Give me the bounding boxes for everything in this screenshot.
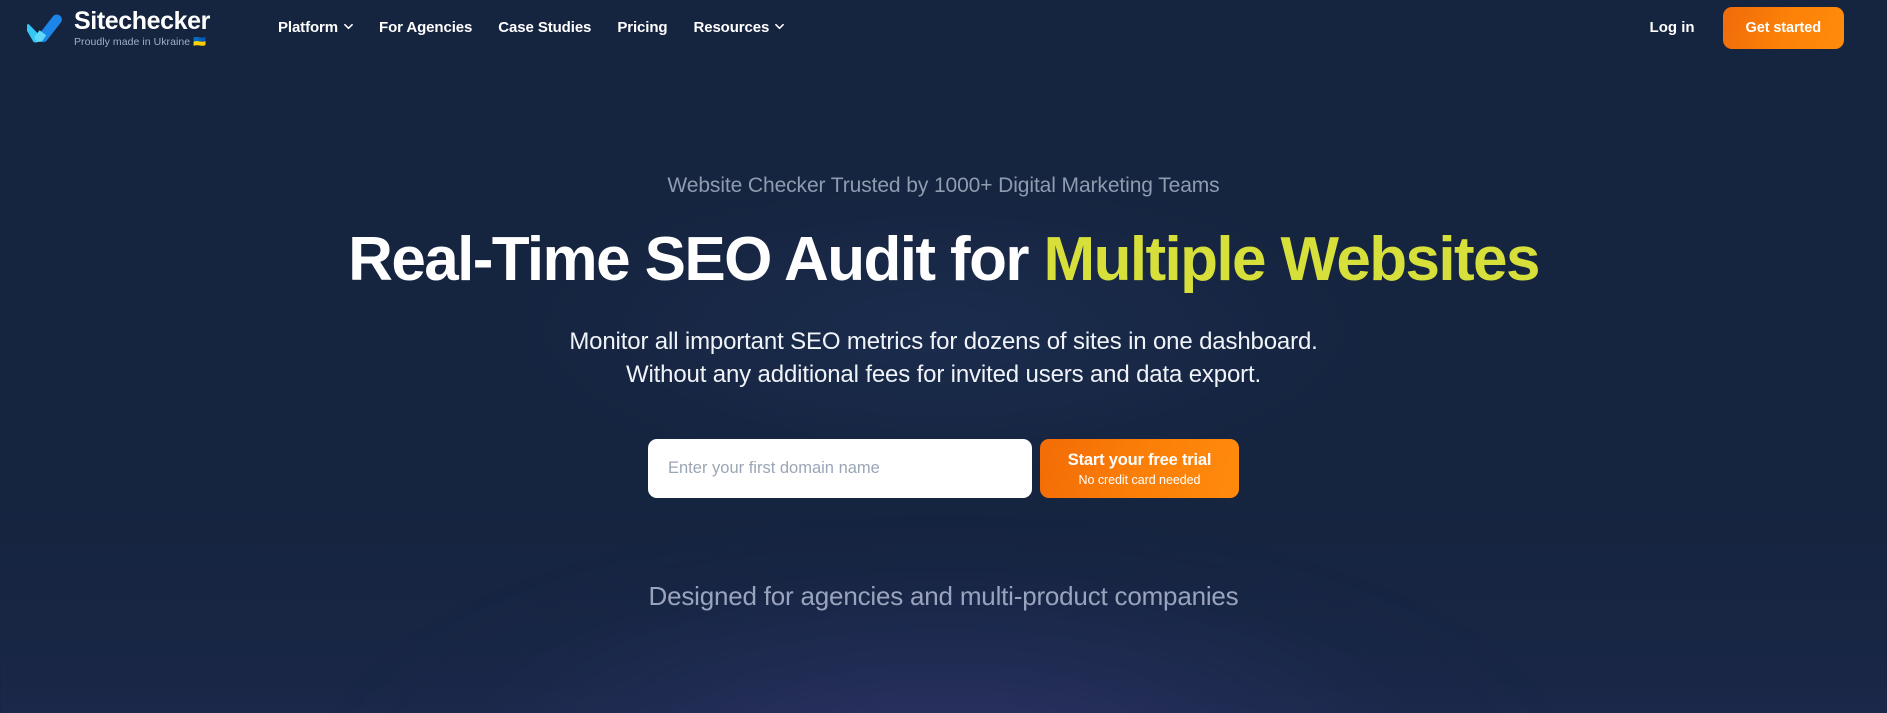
login-link[interactable]: Log in bbox=[1650, 19, 1695, 36]
nav-item-platform[interactable]: Platform bbox=[278, 19, 353, 36]
domain-input[interactable] bbox=[648, 439, 1032, 499]
logo-name: Sitechecker bbox=[74, 6, 210, 35]
no-credit-card-note: No credit card needed bbox=[1078, 472, 1201, 487]
header-actions: Log in Get started bbox=[1650, 6, 1844, 49]
nav-item-resources[interactable]: Resources bbox=[693, 19, 785, 36]
nav-item-label: Pricing bbox=[617, 19, 668, 36]
chevron-down-icon bbox=[344, 22, 353, 31]
nav-item-label: Platform bbox=[277, 19, 339, 36]
designed-for-section-title: Designed for agencies and multi-product … bbox=[648, 581, 1239, 612]
nav-item-label: Resources bbox=[693, 19, 770, 36]
nav-item-pricing[interactable]: Pricing bbox=[617, 19, 667, 36]
logo-link[interactable]: Sitechecker Proudly made in Ukraine 🇺🇦 bbox=[25, 6, 210, 48]
nav-item-case-studies[interactable]: Case Studies bbox=[498, 19, 591, 36]
page-title: Real-Time SEO Audit for Multiple Website… bbox=[0, 225, 1887, 294]
hero-eyebrow: Website Checker Trusted by 1000+ Digital… bbox=[667, 174, 1220, 197]
site-header: Sitechecker Proudly made in Ukraine 🇺🇦 P… bbox=[0, 0, 1887, 55]
logo-tagline: Proudly made in Ukraine 🇺🇦 bbox=[74, 35, 207, 48]
hero-subhead-line1: Monitor all important SEO metrics for do… bbox=[569, 328, 1318, 356]
start-free-trial-label: Start your free trial bbox=[1067, 450, 1212, 469]
hero-subhead-line2: Without any additional fees for invited … bbox=[625, 361, 1262, 389]
nav-item-for-agencies[interactable]: For Agencies bbox=[379, 19, 472, 36]
hero-section: Website Checker Trusted by 1000+ Digital… bbox=[0, 55, 1887, 499]
hero-subhead: Monitor all important SEO metrics for do… bbox=[0, 325, 1887, 391]
domain-signup-form: Start your free trial No credit card nee… bbox=[0, 439, 1887, 499]
nav-item-label: For Agencies bbox=[379, 19, 473, 36]
headline-plain: Real-Time SEO Audit for bbox=[348, 225, 1044, 294]
chevron-down-icon bbox=[775, 22, 785, 31]
nav-item-label: Case Studies bbox=[498, 19, 592, 36]
headline-accent: Multiple Websites bbox=[1043, 225, 1541, 294]
checkmark-logo-icon bbox=[25, 13, 63, 43]
start-free-trial-button[interactable]: Start your free trial No credit card nee… bbox=[1040, 439, 1239, 499]
get-started-button[interactable]: Get started bbox=[1722, 6, 1844, 49]
main-navigation: Platform For Agencies Case Studies Prici… bbox=[278, 19, 785, 36]
